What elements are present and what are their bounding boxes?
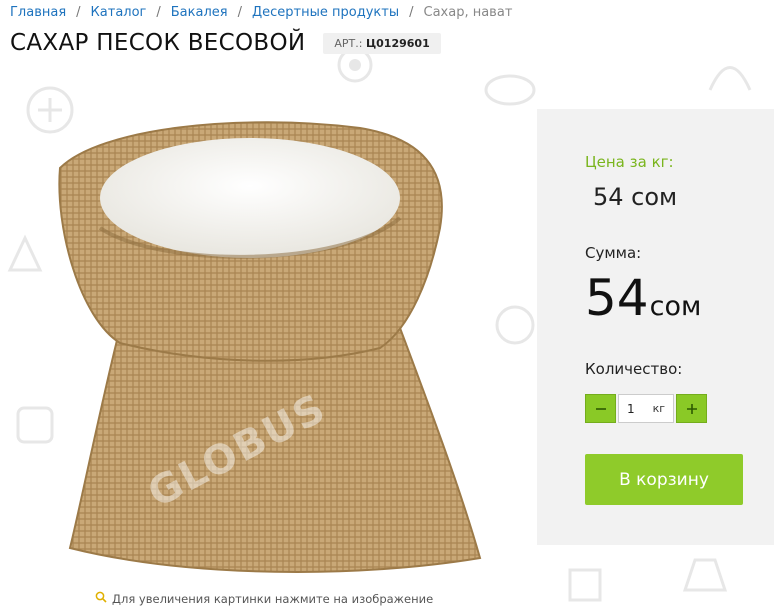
breadcrumb-separator: / [409, 5, 414, 20]
buy-panel: Цена за кг: 54 сом Сумма: 54 сом Количес… [537, 109, 774, 545]
product-image[interactable]: GLOBUS [40, 108, 490, 578]
breadcrumb-link-grocery[interactable]: Бакалея [171, 5, 228, 20]
sum-label: Сумма: [585, 244, 642, 262]
sum-number: 54 [585, 269, 649, 327]
quantity-value: 1 [627, 401, 635, 416]
plus-icon [686, 403, 697, 414]
sum-currency: сом [649, 291, 702, 322]
price-value: 54 сом [593, 183, 678, 211]
breadcrumb-separator: / [156, 5, 161, 20]
minus-icon [595, 407, 606, 410]
quantity-stepper: 1 кг [585, 394, 707, 423]
breadcrumb: Главная / Каталог / Бакалея / Десертные … [10, 5, 512, 20]
price-label: Цена за кг: [585, 153, 674, 171]
breadcrumb-link-desserts[interactable]: Десертные продукты [252, 5, 399, 20]
sum-value: 54 сом [585, 269, 701, 327]
decrease-quantity-button[interactable] [585, 394, 616, 423]
breadcrumb-separator: / [237, 5, 242, 20]
increase-quantity-button[interactable] [676, 394, 707, 423]
breadcrumb-link-home[interactable]: Главная [10, 5, 66, 20]
quantity-input[interactable]: 1 кг [618, 394, 674, 423]
quantity-unit: кг [652, 402, 665, 415]
quantity-label: Количество: [585, 360, 683, 378]
add-to-cart-button[interactable]: В корзину [585, 454, 743, 505]
article-code: Ц0129601 [365, 36, 430, 50]
page-title: САХАР ПЕСОК ВЕСОВОЙ [10, 30, 306, 56]
breadcrumb-current: Сахар, нават [423, 5, 513, 20]
zoom-hint-text: Для увеличения картинки нажмите на изобр… [112, 591, 434, 606]
search-icon [95, 591, 107, 606]
article-badge: АРТ.: Ц0129601 [323, 32, 441, 54]
breadcrumb-link-catalog[interactable]: Каталог [91, 5, 147, 20]
zoom-hint: Для увеличения картинки нажмите на изобр… [95, 591, 433, 606]
breadcrumb-separator: / [76, 5, 81, 20]
article-label: АРТ.: [334, 36, 363, 50]
title-row: САХАР ПЕСОК ВЕСОВОЙ АРТ.: Ц0129601 [10, 30, 441, 56]
sugar-sack-image [58, 121, 482, 573]
